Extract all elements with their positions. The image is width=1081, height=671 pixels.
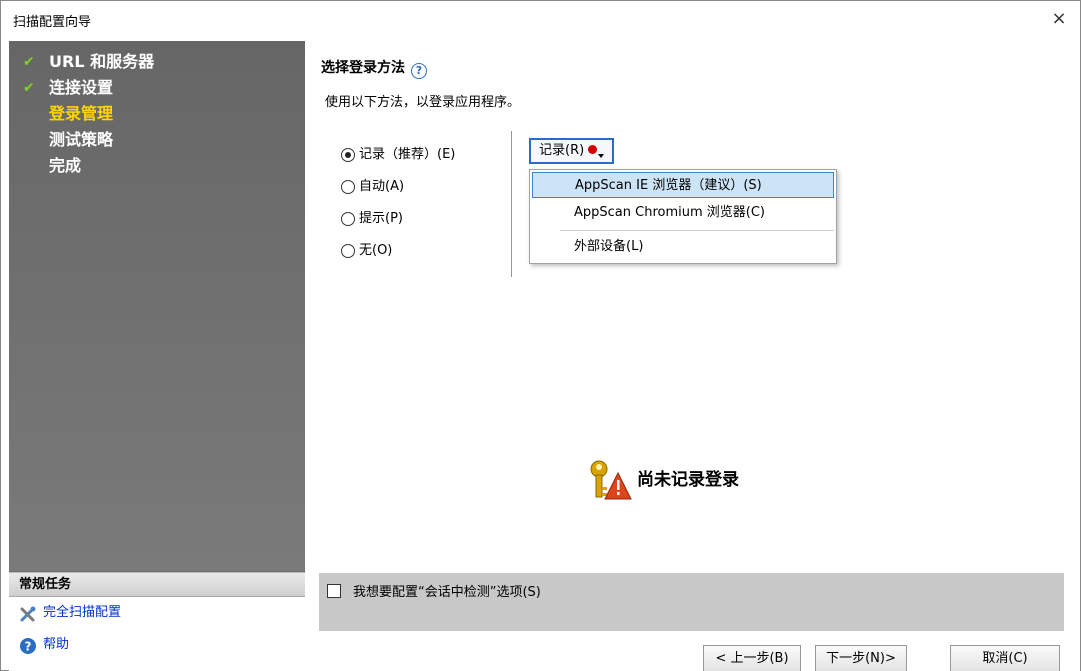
tools-icon: [20, 606, 36, 622]
help-icon[interactable]: ?: [411, 63, 427, 79]
step-test-policy: 测试策略: [23, 127, 154, 153]
common-tasks-header: 常规任务: [9, 573, 305, 597]
record-dropdown-menu: AppScan IE 浏览器（建议）(S) AppScan Chromium 浏…: [529, 169, 837, 264]
checkmark-icon: ✔: [23, 80, 35, 96]
session-option-bar: 我想要配置“会话中检测”选项(S): [319, 573, 1064, 631]
help-circle-icon: ?: [20, 638, 36, 654]
radio-record[interactable]: 记录（推荐）(E): [341, 145, 455, 177]
prev-button[interactable]: < 上一步(B): [703, 645, 801, 671]
step-label: 登录管理: [49, 104, 114, 123]
task-label: 完全扫描配置: [43, 605, 122, 620]
record-dropdown-button[interactable]: 记录(R): [529, 138, 615, 164]
divider: [511, 131, 512, 277]
radio-button[interactable]: [341, 212, 355, 226]
in-session-detection-checkbox[interactable]: [327, 584, 341, 598]
title-bar: 扫描配置向导 ×: [1, 1, 1080, 41]
common-tasks-panel: 常规任务 完全扫描配置 ? 帮助: [9, 572, 305, 671]
radio-automatic[interactable]: 自动(A): [341, 177, 455, 209]
close-button[interactable]: ×: [1044, 7, 1074, 33]
radio-button[interactable]: [341, 180, 355, 194]
key-warning-icon: [590, 460, 632, 500]
menu-separator: [560, 230, 834, 231]
scan-config-wizard-window: 扫描配置向导 × ✔ URL 和服务器 ✔ 连接设置 登录管理 测试策略 完成: [0, 0, 1081, 671]
in-session-detection-label: 我想要配置“会话中检测”选项(S): [353, 585, 541, 600]
radio-button-checked[interactable]: [341, 148, 355, 162]
login-method-radio-group: 记录（推荐）(E) 自动(A) 提示(P) 无(O): [341, 145, 455, 273]
window-title: 扫描配置向导: [13, 15, 92, 30]
step-label: 连接设置: [49, 78, 114, 97]
step-connection-settings: ✔ 连接设置: [23, 75, 154, 101]
radio-none[interactable]: 无(O): [341, 241, 455, 273]
menu-item-external-device[interactable]: 外部设备(L): [532, 234, 834, 260]
step-label: 测试策略: [49, 130, 114, 149]
step-complete: 完成: [23, 153, 154, 179]
login-status: 尚未记录登录: [585, 459, 739, 501]
section-title: 选择登录方法?: [321, 57, 427, 79]
section-description: 使用以下方法，以登录应用程序。: [325, 95, 521, 110]
radio-prompt[interactable]: 提示(P): [341, 209, 455, 241]
task-label: 帮助: [43, 637, 70, 652]
full-scan-config-link[interactable]: 完全扫描配置: [9, 597, 305, 629]
status-text: 尚未记录登录: [637, 470, 739, 490]
svg-text:?: ?: [25, 640, 32, 654]
record-dot-icon: [588, 145, 598, 154]
step-login-management: 登录管理: [23, 101, 154, 127]
cancel-button[interactable]: 取消(C): [950, 645, 1060, 671]
radio-button[interactable]: [341, 244, 355, 258]
wizard-steps: ✔ URL 和服务器 ✔ 连接设置 登录管理 测试策略 完成: [23, 49, 154, 179]
step-url-and-server: ✔ URL 和服务器: [23, 49, 154, 75]
wizard-sidebar: ✔ URL 和服务器 ✔ 连接设置 登录管理 测试策略 完成 常规任务 完全扫描…: [9, 41, 305, 671]
menu-item-appscan-chromium[interactable]: AppScan Chromium 浏览器(C): [532, 200, 834, 226]
caret-down-icon: [598, 154, 605, 158]
main-panel: 选择登录方法? 使用以下方法，以登录应用程序。 记录（推荐）(E) 自动(A) …: [305, 41, 1080, 671]
help-link[interactable]: ? 帮助: [9, 629, 305, 661]
checkmark-icon: ✔: [23, 54, 35, 70]
step-label: URL 和服务器: [49, 52, 155, 71]
step-label: 完成: [49, 156, 82, 175]
next-button[interactable]: 下一步(N)>: [815, 645, 907, 671]
menu-item-appscan-ie[interactable]: AppScan IE 浏览器（建议）(S): [532, 172, 834, 198]
